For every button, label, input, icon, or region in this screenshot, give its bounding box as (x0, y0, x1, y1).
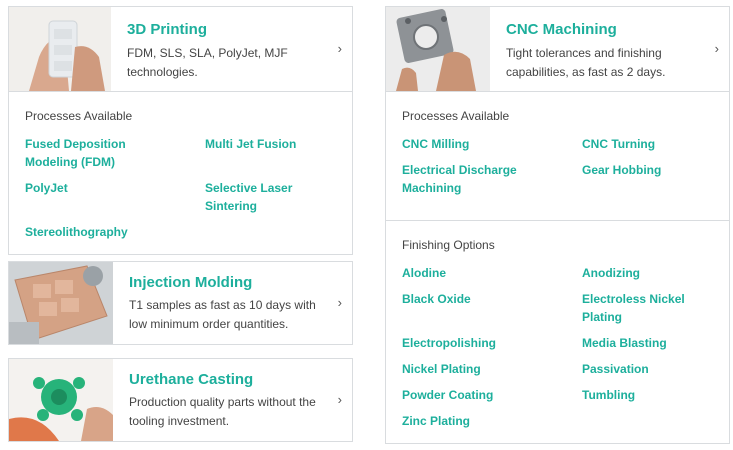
chevron-right-icon[interactable]: › (338, 41, 342, 56)
card-header-cnc-machining[interactable]: CNC Machining Tight tolerances and finis… (386, 7, 729, 91)
finish-link-media-blasting[interactable]: Media Blasting (582, 334, 733, 352)
chevron-right-icon[interactable]: › (715, 41, 719, 56)
card-header-injection-molding[interactable]: Injection Molding T1 samples as fast as … (9, 262, 352, 344)
finish-link-black-oxide[interactable]: Black Oxide (402, 290, 582, 326)
finishing-label: Finishing Options (402, 238, 495, 252)
process-link-edm[interactable]: Electrical Discharge Machining (402, 161, 517, 197)
process-link-mjf[interactable]: Multi Jet Fusion (205, 135, 365, 171)
finish-link-alodine[interactable]: Alodine (402, 264, 582, 282)
card-header-3d-printing[interactable]: 3D Printing FDM, SLS, SLA, PolyJet, MJF … (9, 7, 352, 91)
card-description: Tight tolerances and finishing capabilit… (506, 46, 666, 79)
processes-section: Processes Available Fused Deposition Mod… (9, 92, 352, 241)
chevron-right-icon[interactable]: › (338, 295, 342, 310)
finish-link-tumbling[interactable]: Tumbling (582, 386, 733, 404)
card-urethane-casting[interactable]: Urethane Casting Production quality part… (8, 358, 353, 442)
processes-label: Processes Available (25, 109, 133, 123)
finish-link-electropolishing[interactable]: Electropolishing (402, 334, 582, 352)
card-injection-molding[interactable]: Injection Molding T1 samples as fast as … (8, 261, 353, 345)
chevron-right-icon[interactable]: › (338, 392, 342, 407)
process-link-cnc-turning[interactable]: CNC Turning (582, 135, 733, 153)
processes-grid: Fused Deposition Modeling (FDM) Multi Je… (25, 135, 352, 241)
card-description: Production quality parts without the too… (129, 395, 316, 428)
3d-printing-thumbnail (9, 7, 111, 91)
process-link-gear-hobbing[interactable]: Gear Hobbing (582, 161, 733, 197)
finish-link-passivation[interactable]: Passivation (582, 360, 733, 378)
processes-label: Processes Available (402, 109, 510, 123)
finish-link-electroless-nickel-plating[interactable]: Electroless Nickel Plating (582, 290, 707, 326)
finish-link-anodizing[interactable]: Anodizing (582, 264, 733, 282)
card-title[interactable]: 3D Printing (127, 21, 321, 39)
finish-link-powder-coating[interactable]: Powder Coating (402, 386, 582, 404)
card-title[interactable]: CNC Machining (506, 21, 700, 39)
card-header-urethane-casting[interactable]: Urethane Casting Production quality part… (9, 359, 352, 441)
processes-section: Processes Available CNC Milling CNC Turn… (386, 92, 729, 220)
process-link-polyjet[interactable]: PolyJet (25, 179, 205, 215)
injection-molding-thumbnail (9, 262, 113, 344)
card-description: T1 samples as fast as 10 days with low m… (129, 298, 316, 331)
process-link-cnc-milling[interactable]: CNC Milling (402, 135, 582, 153)
card-title[interactable]: Injection Molding (129, 274, 328, 292)
finishing-grid: Alodine Anodizing Black Oxide Electroles… (402, 264, 729, 430)
finish-link-nickel-plating[interactable]: Nickel Plating (402, 360, 582, 378)
processes-grid: CNC Milling CNC Turning Electrical Disch… (402, 135, 729, 197)
card-title[interactable]: Urethane Casting (129, 371, 328, 389)
process-link-sls[interactable]: Selective Laser Sintering (205, 179, 305, 215)
process-link-fdm[interactable]: Fused Deposition Modeling (FDM) (25, 135, 145, 171)
urethane-casting-thumbnail (9, 359, 113, 441)
finish-link-zinc-plating[interactable]: Zinc Plating (402, 412, 582, 430)
card-3d-printing: 3D Printing FDM, SLS, SLA, PolyJet, MJF … (8, 6, 353, 255)
finishing-section: Finishing Options Alodine Anodizing Blac… (386, 221, 729, 430)
card-cnc-machining: CNC Machining Tight tolerances and finis… (385, 6, 730, 444)
card-description: FDM, SLS, SLA, PolyJet, MJF technologies… (127, 46, 288, 79)
cnc-machining-thumbnail (386, 7, 490, 91)
process-link-sla[interactable]: Stereolithography (25, 223, 205, 241)
